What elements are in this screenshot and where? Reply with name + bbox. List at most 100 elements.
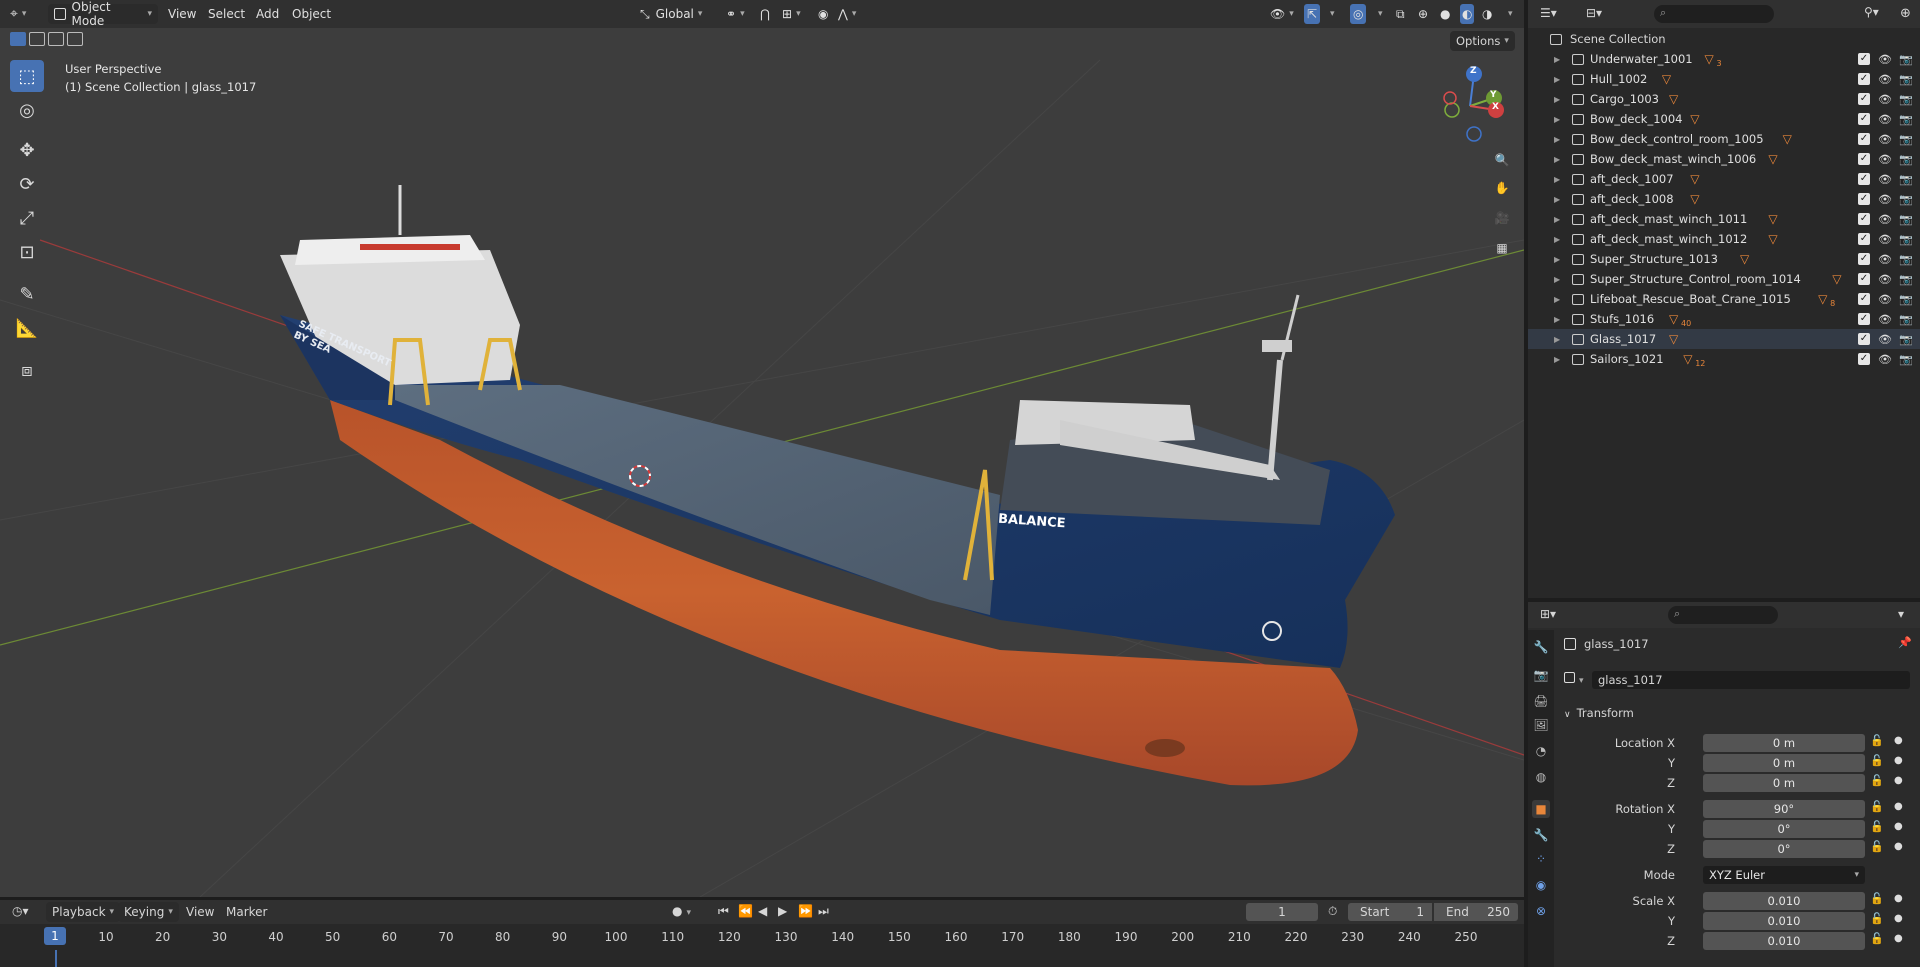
timeline-view-menu[interactable]: View: [186, 905, 214, 919]
jump-end-button[interactable]: ⏭: [818, 904, 829, 919]
shading-wireframe[interactable]: ⊕: [1418, 4, 1428, 24]
eye-icon[interactable]: 👁: [1878, 293, 1892, 306]
keyframe-dot-icon[interactable]: ●: [1894, 801, 1903, 812]
expand-arrow-icon[interactable]: ▶: [1554, 155, 1560, 164]
ortho-toggle-button[interactable]: ▦: [1490, 236, 1514, 260]
shading-material[interactable]: ◐: [1460, 4, 1475, 24]
transform-orientation-dropdown[interactable]: ⤡ Global ▾: [640, 4, 702, 24]
move-tool[interactable]: ✥: [10, 134, 44, 166]
timeline-editor-icon[interactable]: ◷▾: [12, 904, 29, 918]
eye-icon[interactable]: 👁: [1878, 333, 1892, 346]
tab-tool[interactable]: 🔧: [1532, 638, 1550, 656]
end-frame-field[interactable]: End 250: [1434, 903, 1518, 921]
select-subtract-icon[interactable]: [48, 32, 64, 46]
lock-icon[interactable]: 🔓: [1870, 840, 1884, 853]
exclude-checkbox[interactable]: ✓: [1858, 213, 1870, 225]
tab-object[interactable]: ■: [1532, 800, 1550, 818]
tab-render[interactable]: 📷: [1532, 666, 1550, 684]
mesh-data-icon[interactable]: ▽: [1832, 272, 1841, 286]
expand-arrow-icon[interactable]: ▶: [1554, 75, 1560, 84]
outliner-item[interactable]: ▶ Stufs_1016 ▽ 40 ✓ 👁 📷: [1528, 309, 1920, 329]
camera-icon[interactable]: 📷: [1899, 253, 1913, 266]
lock-icon[interactable]: 🔓: [1870, 734, 1884, 747]
camera-icon[interactable]: 📷: [1899, 113, 1913, 126]
keying-menu[interactable]: Keying ▾: [118, 902, 179, 922]
tab-world[interactable]: ◍: [1532, 768, 1550, 786]
overlays-toggle[interactable]: ◎: [1350, 4, 1367, 24]
tab-modifiers[interactable]: 🔧: [1532, 826, 1550, 844]
start-frame-field[interactable]: Start 1: [1348, 903, 1432, 921]
keyframe-dot-icon[interactable]: ●: [1894, 913, 1903, 924]
lock-icon[interactable]: 🔓: [1870, 912, 1884, 925]
keyframe-dot-icon[interactable]: ●: [1894, 893, 1903, 904]
rotation-mode-dropdown[interactable]: XYZ Euler ▾: [1703, 866, 1865, 884]
expand-arrow-icon[interactable]: ▶: [1554, 95, 1560, 104]
lock-icon[interactable]: 🔓: [1870, 754, 1884, 767]
scale-x-field[interactable]: 0.010: [1703, 892, 1865, 910]
jump-start-button[interactable]: ⏮: [718, 904, 729, 919]
scale-tool[interactable]: ⤢: [10, 202, 44, 234]
camera-icon[interactable]: 📷: [1899, 333, 1913, 346]
object-mode-dropdown[interactable]: Object Mode ▾: [48, 0, 158, 28]
outliner-search-input[interactable]: ⌕: [1654, 5, 1774, 23]
lock-icon[interactable]: 🔓: [1870, 774, 1884, 787]
exclude-checkbox[interactable]: ✓: [1858, 53, 1870, 65]
mesh-data-icon[interactable]: ▽: [1768, 212, 1777, 226]
camera-icon[interactable]: 📷: [1899, 273, 1913, 286]
select-new-icon[interactable]: [10, 32, 26, 46]
camera-icon[interactable]: 📷: [1899, 93, 1913, 106]
exclude-checkbox[interactable]: ✓: [1858, 273, 1870, 285]
camera-icon[interactable]: 📷: [1899, 213, 1913, 226]
tab-particles[interactable]: ⁘: [1532, 850, 1550, 868]
display-mode-icon[interactable]: ⊟▾: [1586, 6, 1602, 20]
exclude-checkbox[interactable]: ✓: [1858, 133, 1870, 145]
expand-arrow-icon[interactable]: ▶: [1554, 55, 1560, 64]
visibility-button[interactable]: 👁 ▾: [1270, 4, 1294, 24]
location-x-field[interactable]: 0 m: [1703, 734, 1865, 752]
marker-menu[interactable]: Marker: [226, 905, 267, 919]
exclude-checkbox[interactable]: ✓: [1858, 113, 1870, 125]
lock-icon[interactable]: 🔓: [1870, 932, 1884, 945]
select-extend-icon[interactable]: [29, 32, 45, 46]
outliner-item[interactable]: ▶ aft_deck_1008 ▽ ✓ 👁 📷: [1528, 189, 1920, 209]
keyframe-dot-icon[interactable]: ●: [1894, 933, 1903, 944]
expand-arrow-icon[interactable]: ▶: [1554, 275, 1560, 284]
exclude-checkbox[interactable]: ✓: [1858, 313, 1870, 325]
play-reverse-button[interactable]: ◀: [758, 904, 767, 918]
prev-keyframe-button[interactable]: ⏪: [738, 904, 753, 918]
navigation-gizmo[interactable]: Z Y X: [1430, 62, 1510, 142]
transform-tool[interactable]: ⊡: [10, 236, 44, 268]
eye-icon[interactable]: 👁: [1878, 233, 1892, 246]
menu-add[interactable]: Add: [256, 4, 279, 24]
camera-icon[interactable]: 📷: [1899, 293, 1913, 306]
mesh-data-icon[interactable]: ▽: [1783, 132, 1792, 146]
expand-arrow-icon[interactable]: ▶: [1554, 295, 1560, 304]
expand-arrow-icon[interactable]: ▶: [1554, 355, 1560, 364]
camera-icon[interactable]: 📷: [1899, 133, 1913, 146]
lock-icon[interactable]: 🔓: [1870, 892, 1884, 905]
select-box-tool[interactable]: ⬚: [10, 60, 44, 92]
next-keyframe-button[interactable]: ⏩: [798, 904, 813, 918]
scale-z-field[interactable]: 0.010: [1703, 932, 1865, 950]
outliner-item[interactable]: ▶ Underwater_1001 ▽ 3 ✓ 👁 📷: [1528, 49, 1920, 69]
eye-icon[interactable]: 👁: [1878, 53, 1892, 66]
keyframe-dot-icon[interactable]: ●: [1894, 735, 1903, 746]
lock-icon[interactable]: 🔓: [1870, 820, 1884, 833]
rotation-y-field[interactable]: 0°: [1703, 820, 1865, 838]
properties-search-input[interactable]: ⌕: [1668, 606, 1778, 624]
expand-arrow-icon[interactable]: ▶: [1554, 175, 1560, 184]
select-intersect-icon[interactable]: [67, 32, 83, 46]
falloff-button[interactable]: ⋀ ▾: [838, 4, 856, 24]
exclude-checkbox[interactable]: ✓: [1858, 333, 1870, 345]
eye-icon[interactable]: 👁: [1878, 273, 1892, 286]
outliner-item[interactable]: ▶ Bow_deck_mast_winch_1006 ▽ ✓ 👁 📷: [1528, 149, 1920, 169]
eye-icon[interactable]: 👁: [1878, 313, 1892, 326]
outliner-item[interactable]: ▶ Bow_deck_control_room_1005 ▽ ✓ 👁 📷: [1528, 129, 1920, 149]
preview-range-icon[interactable]: ⏱: [1328, 904, 1337, 919]
outliner-item[interactable]: ▶ Lifeboat_Rescue_Boat_Crane_1015 ▽ 8 ✓ 👁 📷: [1528, 289, 1920, 309]
outliner-item[interactable]: ▶ Glass_1017 ▽ ✓ 👁 📷: [1528, 329, 1920, 349]
expand-arrow-icon[interactable]: ▶: [1554, 235, 1560, 244]
properties-editor-icon[interactable]: ⊞▾: [1540, 607, 1556, 621]
mesh-data-icon[interactable]: ▽: [1669, 332, 1678, 346]
zoom-button[interactable]: 🔍: [1490, 148, 1514, 172]
